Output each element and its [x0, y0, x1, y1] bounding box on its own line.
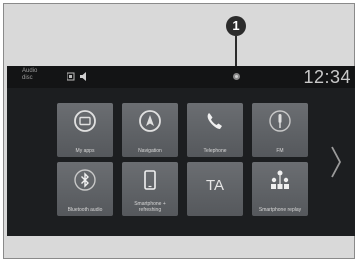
fm-label: FM	[276, 148, 284, 154]
chevron-right-icon[interactable]	[329, 144, 343, 180]
network-icon	[271, 170, 289, 189]
bluetooth-audio-tile[interactable]: Bluetooth audio	[57, 162, 113, 216]
smartphone-replay-label: Smartphone replay	[258, 207, 302, 213]
phone-icon	[207, 113, 222, 129]
navigation-tile[interactable]: Navigation	[122, 103, 178, 157]
apps-icon	[74, 110, 96, 132]
bluetooth-audio-label: Bluetooth audio	[67, 207, 103, 213]
bluetooth-icon	[74, 169, 96, 191]
fm-tile[interactable]: FM	[252, 103, 308, 157]
notification-icon[interactable]	[232, 72, 241, 81]
my-apps-tile[interactable]: My apps	[57, 103, 113, 157]
smartphone-label: Smartphone + refreshing	[134, 201, 166, 213]
smartphone-icon	[144, 170, 156, 190]
page-indicator	[172, 229, 187, 236]
clock: 12:34	[303, 67, 351, 87]
ta-tile[interactable]: TA	[187, 162, 243, 216]
telephone-tile[interactable]: Telephone	[187, 103, 243, 157]
navigation-icon	[139, 110, 161, 132]
status-bar: Audio disc 12:34	[7, 66, 355, 88]
callout-marker: 1	[226, 16, 246, 36]
smartphone-replay-tile[interactable]: Smartphone replay	[252, 162, 308, 216]
speaker-icon	[80, 72, 86, 81]
ta-text: TA	[205, 177, 225, 194]
my-apps-label: My apps	[75, 148, 95, 154]
audio-source-label[interactable]: Audio disc	[22, 68, 52, 82]
telephone-label: Telephone	[203, 148, 227, 154]
infotainment-screen: Audio disc 12:34 My apps Navigation Tele…	[7, 66, 355, 236]
smartphone-tile[interactable]: Smartphone + refreshing	[122, 162, 178, 216]
audio-indicator-icon	[67, 72, 75, 81]
radio-icon	[269, 110, 291, 132]
navigation-label: Navigation	[138, 148, 162, 154]
